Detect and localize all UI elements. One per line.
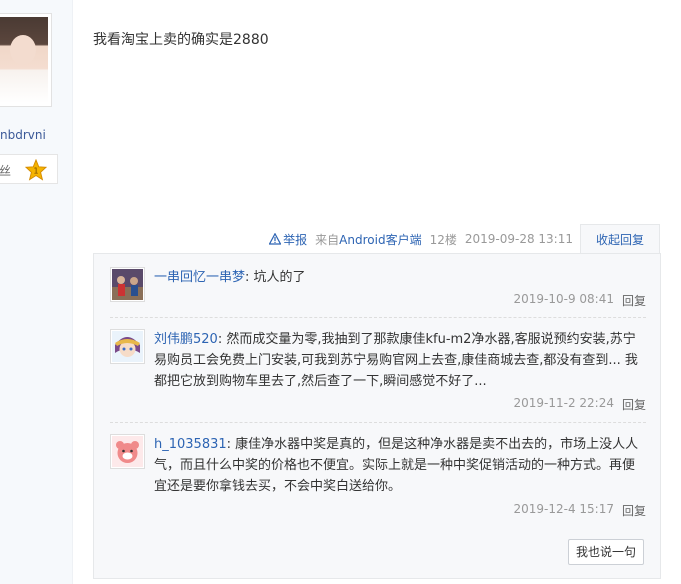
comment-avatar-image (112, 269, 143, 300)
source-info: 来自Android客户端 (315, 231, 421, 248)
report-label: 举报 (283, 232, 308, 247)
source-client-link[interactable]: Android客户端 (339, 233, 421, 247)
comment-time: 2019-11-2 22:24 (513, 396, 614, 410)
comment-item: h_1035831: 康佳净水器中奖是真的，但是这种净水器是卖不出去的，市场上没… (110, 422, 646, 522)
reply-button[interactable]: 回复 (622, 502, 646, 519)
post-tail: 举报 来自Android客户端 12楼 2019-09-28 13:11 (269, 230, 573, 248)
author-sidebar: nbdrvni 丝 1 (0, 0, 73, 584)
comment-meta: 2019-12-4 15:17 回复 (513, 502, 646, 519)
comment-meta: 2019-10-9 08:41 回复 (513, 292, 646, 309)
comment-item: 一串回忆一串梦: 坑人的了 2019-10-9 08:41 回复 (110, 267, 646, 323)
comment-body: 刘伟鹏520: 然而成交量为零,我抽到了那款康佳kfu-m2净水器,客服说预约安… (154, 329, 646, 392)
comment-meta: 2019-11-2 22:24 回复 (513, 396, 646, 413)
collapse-replies-button[interactable]: 收起回复 (580, 224, 660, 254)
comment-body: 一串回忆一串梦: 坑人的了 (154, 267, 646, 288)
source-prefix: 来自 (315, 232, 340, 247)
reply-button[interactable]: 回复 (622, 292, 646, 309)
author-avatar[interactable] (0, 13, 52, 107)
comment-avatar[interactable] (110, 434, 145, 469)
comment-avatar[interactable] (110, 329, 145, 364)
comment-username[interactable]: 刘伟鹏520 (154, 332, 218, 347)
comment-avatar-image (112, 331, 143, 362)
comment-text: : 然而成交量为零,我抽到了那款康佳kfu-m2净水器,客服说预约安装,苏宁易购… (154, 332, 638, 389)
warning-triangle-icon (269, 233, 282, 245)
comment-time: 2019-10-9 08:41 (513, 292, 614, 306)
author-avatar-image (0, 17, 48, 103)
comment-body: h_1035831: 康佳净水器中奖是真的，但是这种净水器是卖不出去的，市场上没… (154, 434, 646, 497)
comment-avatar-image (112, 436, 143, 467)
fans-label: 丝 (0, 164, 12, 178)
author-name[interactable]: nbdrvni (0, 128, 46, 142)
comment-text: : 坑人的了 (245, 270, 306, 285)
svg-text:1: 1 (33, 166, 38, 176)
comment-text: : 康佳净水器中奖是真的，但是这种净水器是卖不出去的，市场上没人人气，而且什么中… (154, 437, 639, 494)
star-badge-icon: 1 (25, 159, 47, 181)
comment-username[interactable]: 一串回忆一串梦 (154, 270, 245, 285)
comment-avatar[interactable] (110, 267, 145, 302)
fans-badge[interactable]: 丝 1 (0, 154, 58, 184)
comment-username[interactable]: h_1035831 (154, 437, 227, 452)
add-comment-button[interactable]: 我也说一句 (568, 539, 644, 565)
comment-time: 2019-12-4 15:17 (513, 502, 614, 516)
post-time: 2019-09-28 13:11 (464, 232, 573, 246)
post-content: 我看淘宝上卖的确实是2880 (93, 32, 269, 48)
comment-item: 刘伟鹏520: 然而成交量为零,我抽到了那款康佳kfu-m2净水器,客服说预约安… (110, 317, 646, 415)
reply-button[interactable]: 回复 (622, 396, 646, 413)
comment-list-panel: 一串回忆一串梦: 坑人的了 2019-10-9 08:41 回复 刘伟鹏520:… (93, 253, 661, 579)
floor-number: 12楼 (429, 232, 457, 247)
report-link[interactable]: 举报 (269, 231, 307, 248)
